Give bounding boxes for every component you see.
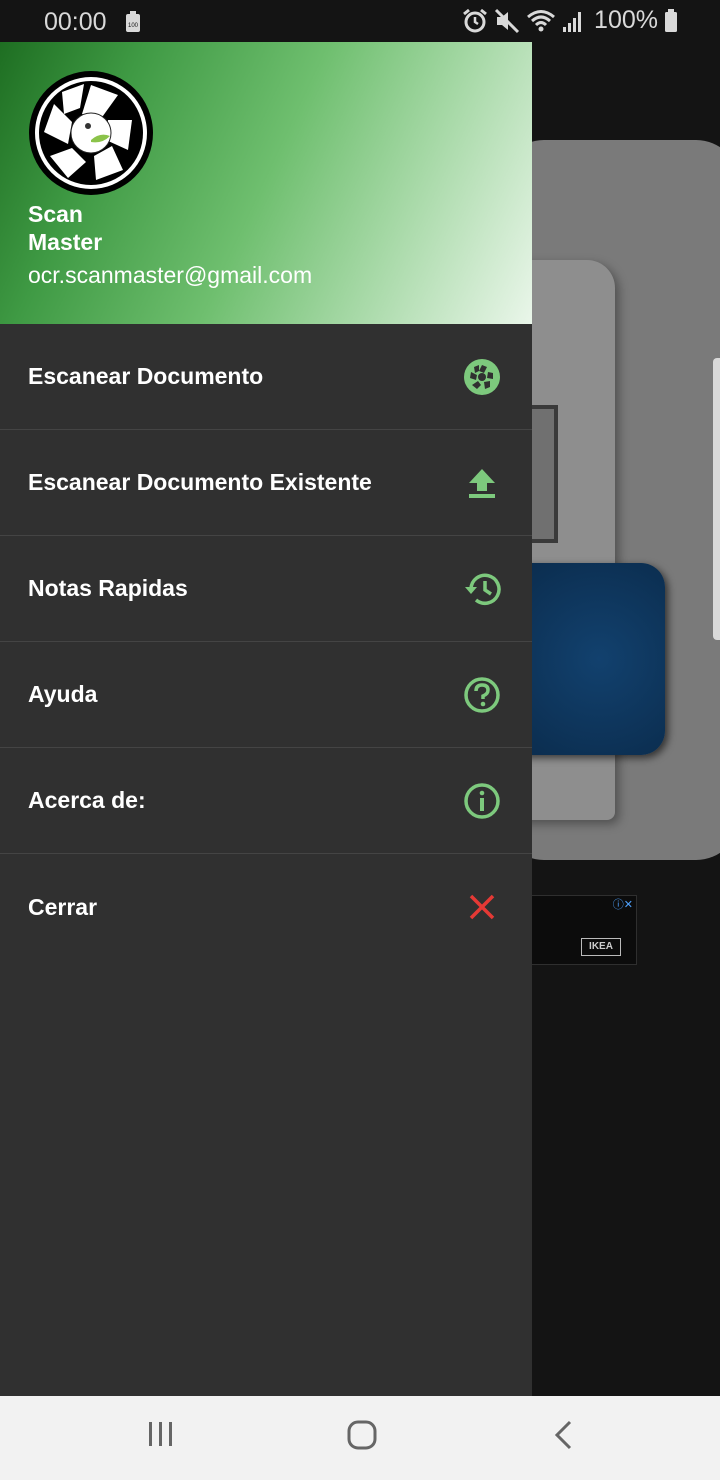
back-button[interactable]: [552, 1420, 576, 1450]
alarm-icon: [463, 8, 487, 32]
user-email: ocr.scanmaster@gmail.com: [28, 262, 313, 288]
menu-item-about[interactable]: Acerca de:: [0, 748, 532, 854]
user-name-line2: Master: [28, 229, 103, 255]
status-bar: 00:00 100 100%: [0, 0, 720, 42]
menu-item-label: Escanear Documento: [28, 363, 264, 389]
battery-icon: [665, 8, 677, 32]
status-icons: 100%: [462, 6, 678, 35]
menu-item-label: Cerrar: [28, 893, 98, 920]
history-icon: [462, 569, 502, 609]
close-icon: [462, 887, 502, 927]
menu-item-close[interactable]: Cerrar: [0, 854, 532, 960]
wifi-icon: [527, 9, 556, 31]
navigation-drawer: Scan Master ocr.scanmaster@gmail.com Esc…: [0, 42, 532, 1396]
system-navigation-bar: [0, 1396, 720, 1480]
battery-percent: 100%: [594, 6, 658, 34]
info-circle-icon: [462, 781, 502, 821]
drawer-header: Scan Master ocr.scanmaster@gmail.com: [0, 42, 532, 324]
menu-item-scan-document[interactable]: Escanear Documento: [0, 324, 532, 430]
user-name-line1: Scan: [28, 201, 83, 227]
menu-item-label: Escanear Documento Existente: [28, 469, 372, 495]
menu-item-label: Notas Rapidas: [28, 575, 188, 601]
menu-item-label: Acerca de:: [28, 787, 146, 813]
user-name: Scan Master: [28, 200, 228, 256]
ad-close-icon[interactable]: ⓘ✕: [613, 896, 633, 912]
battery-small-icon: 100: [126, 11, 140, 32]
background-scrollbar[interactable]: [713, 358, 720, 640]
signal-icon: [563, 11, 582, 32]
home-button[interactable]: [346, 1420, 378, 1450]
recent-apps-button[interactable]: [146, 1420, 176, 1448]
status-time: 00:00: [44, 8, 107, 36]
menu-item-help[interactable]: Ayuda: [0, 642, 532, 748]
menu-item-label: Ayuda: [28, 681, 98, 707]
mute-icon: [494, 8, 520, 33]
menu-item-scan-existing-document[interactable]: Escanear Documento Existente: [0, 430, 532, 536]
drawer-menu: Escanear Documento Escanear Documento Ex…: [0, 324, 532, 960]
menu-item-quick-notes[interactable]: Notas Rapidas: [0, 536, 532, 642]
battery-small-label: 100: [128, 23, 139, 29]
app-logo-avatar: [29, 71, 153, 195]
camera-aperture-icon: [462, 357, 502, 397]
upload-icon: [462, 463, 502, 503]
help-circle-icon: [462, 675, 502, 715]
ad-brand-logo: IKEA: [581, 938, 621, 956]
